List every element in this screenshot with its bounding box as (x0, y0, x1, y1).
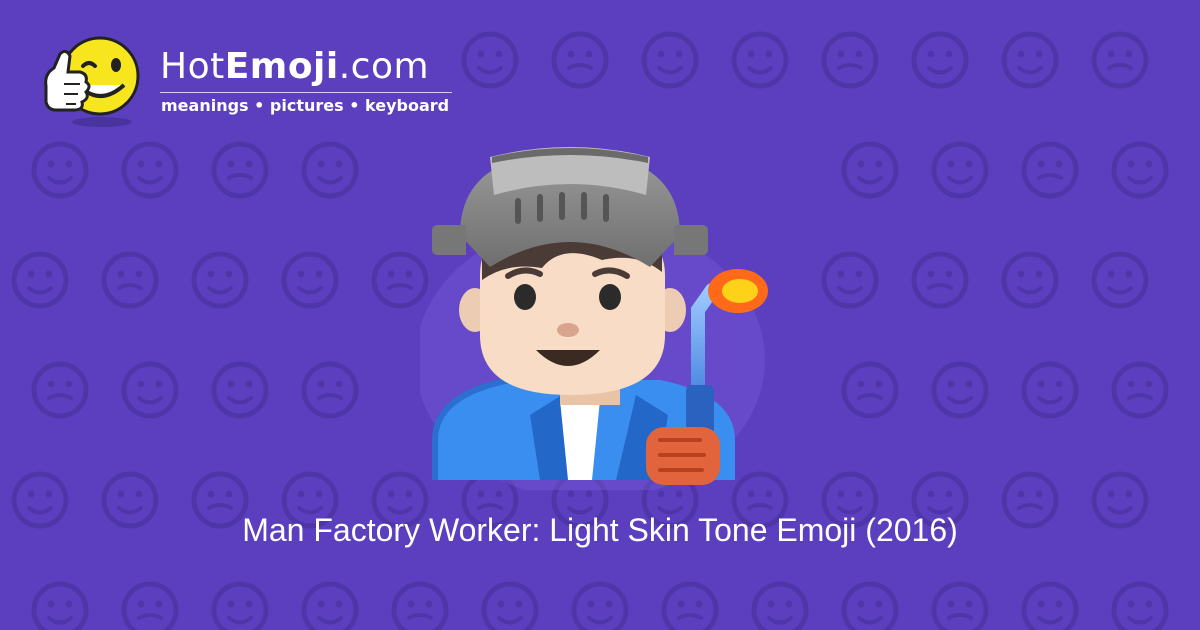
background-emoji-face-icon (821, 31, 879, 89)
brand-name-light: Hot (160, 46, 225, 87)
background-emoji-face-icon (1021, 581, 1079, 630)
background-emoji-face-icon (931, 141, 989, 199)
background-emoji-face-icon (931, 581, 989, 630)
background-emoji-face-icon (571, 581, 629, 630)
winking-thumbs-up-face-icon (44, 36, 140, 127)
background-emoji-face-icon (1091, 251, 1149, 309)
background-emoji-face-icon (281, 251, 339, 309)
background-emoji-face-icon (1091, 31, 1149, 89)
background-emoji-face-icon (301, 581, 359, 630)
background-emoji-face-icon (121, 141, 179, 199)
background-emoji-face-icon (121, 581, 179, 630)
background-emoji-face-icon (661, 581, 719, 630)
background-emoji-face-icon (931, 361, 989, 419)
brand-name: HotEmoji.com (160, 46, 429, 87)
background-emoji-face-icon (841, 581, 899, 630)
background-emoji-face-icon (301, 361, 359, 419)
background-emoji-face-icon (211, 141, 269, 199)
background-emoji-face-icon (31, 361, 89, 419)
background-emoji-face-icon (391, 581, 449, 630)
background-emoji-face-icon (11, 251, 69, 309)
background-emoji-face-icon (751, 581, 809, 630)
background-emoji-face-icon (371, 251, 429, 309)
background-emoji-face-icon (1021, 361, 1079, 419)
brand-name-bold: Emoji (224, 46, 339, 87)
background-emoji-face-icon (1001, 251, 1059, 309)
man-factory-worker-light-skin-tone-icon (420, 147, 768, 490)
background-emoji-face-icon (911, 251, 969, 309)
background-emoji-face-icon (31, 581, 89, 630)
background-emoji-face-icon (551, 31, 609, 89)
background-emoji-face-icon (121, 361, 179, 419)
site-logo[interactable]: HotEmoji.com meanings • pictures • keybo… (36, 30, 466, 130)
background-emoji-face-icon (841, 141, 899, 199)
background-emoji-face-icon (731, 31, 789, 89)
background-emoji-face-icon (481, 581, 539, 630)
background-emoji-face-icon (1111, 361, 1169, 419)
background-emoji-face-icon (1001, 31, 1059, 89)
background-emoji-face-icon (821, 251, 879, 309)
brand-tagline: meanings • pictures • keyboard (161, 96, 450, 115)
emoji-title: Man Factory Worker: Light Skin Tone Emoj… (242, 512, 958, 548)
background-emoji-face-icon (301, 141, 359, 199)
background-emoji-face-icon (461, 31, 519, 89)
background-emoji-face-icon (641, 31, 699, 89)
background-emoji-face-icon (211, 581, 269, 630)
background-emoji-face-icon (841, 361, 899, 419)
brand-divider (160, 92, 452, 93)
background-emoji-face-icon (31, 141, 89, 199)
background-emoji-face-icon (211, 361, 269, 419)
background-emoji-face-icon (1111, 141, 1169, 199)
background-emoji-face-icon (101, 251, 159, 309)
background-emoji-face-icon (911, 31, 969, 89)
background-emoji-face-icon (1021, 141, 1079, 199)
background-emoji-face-icon (191, 251, 249, 309)
brand-name-suffix: .com (338, 46, 430, 87)
background-emoji-face-icon (1111, 581, 1169, 630)
